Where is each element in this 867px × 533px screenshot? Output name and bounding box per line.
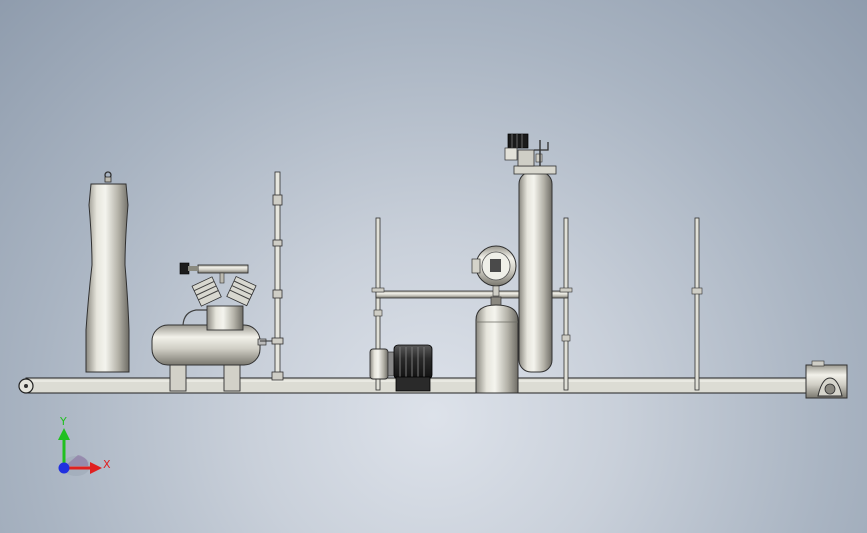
x-axis-label: X (103, 458, 111, 471)
cad-viewport[interactable]: Y X (0, 0, 867, 533)
end-sheave[interactable] (805, 360, 848, 399)
vertical-gas-cylinder-shell[interactable] (85, 171, 130, 373)
coordinate-triad: Y X (58, 415, 111, 476)
y-axis-label: Y (59, 415, 67, 428)
vertical-probe-pipe[interactable] (260, 171, 284, 381)
cad-scene: Y X (18, 133, 848, 476)
pressure-gauge[interactable] (471, 245, 517, 297)
left-pulley (18, 378, 34, 394)
pressure-vessel[interactable] (475, 296, 519, 394)
air-compressor[interactable] (151, 262, 267, 392)
